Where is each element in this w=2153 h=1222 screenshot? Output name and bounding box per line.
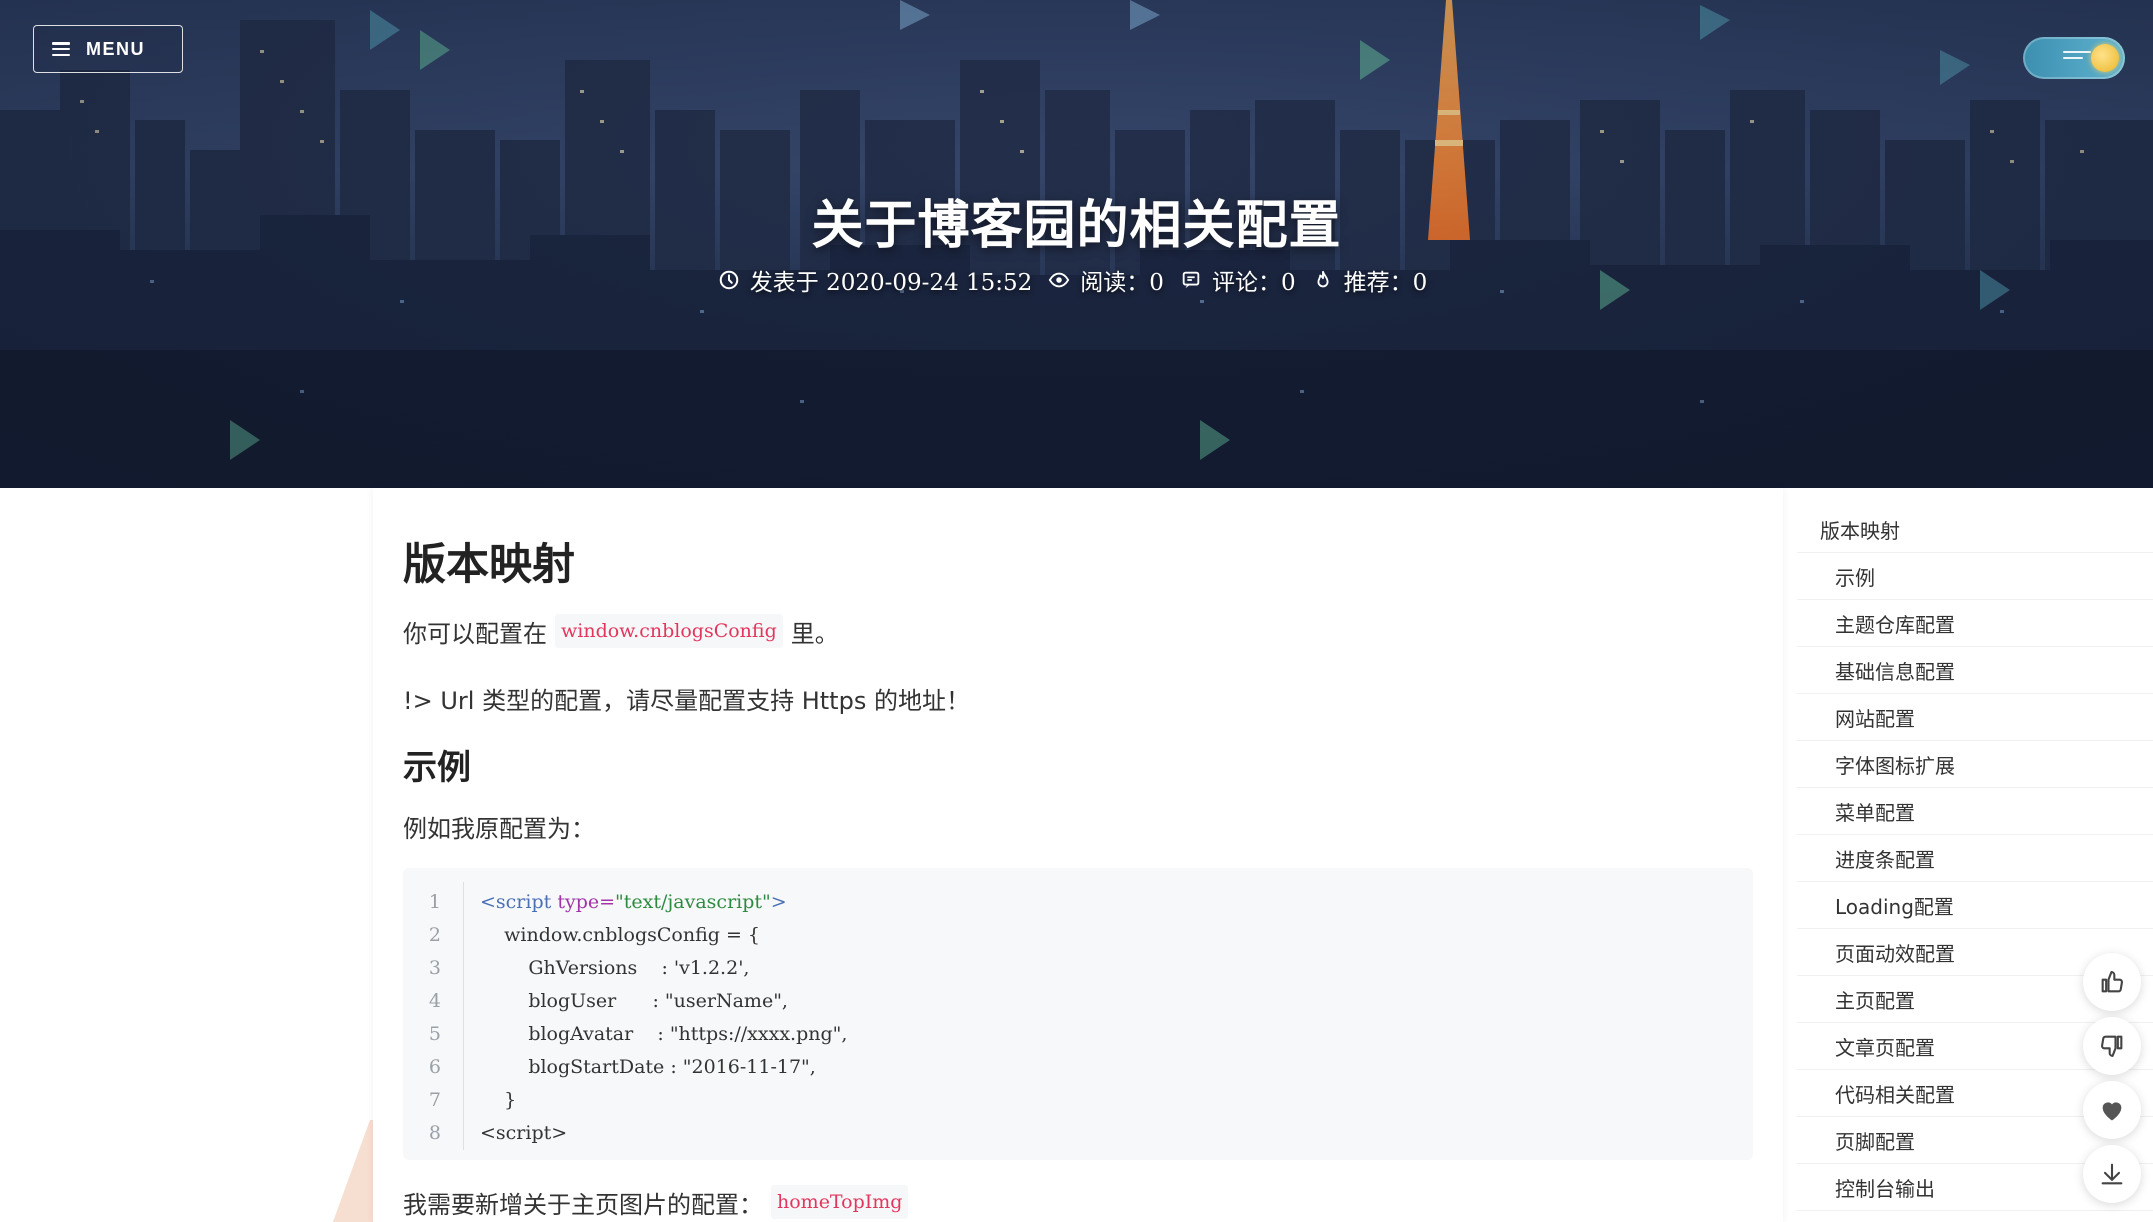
code-token-tag: <script <box>480 891 552 913</box>
thumbs-down-icon <box>2101 1035 2123 1057</box>
post-date: 发表于 2020-09-24 15:52 <box>718 263 1033 297</box>
recommend-count-text: 推荐：0 <box>1343 270 1428 296</box>
like-button[interactable] <box>2083 953 2141 1011</box>
heart-icon <box>2102 1102 2122 1121</box>
code-line: } <box>480 1089 517 1111</box>
paragraph-text: 里。 <box>790 619 839 648</box>
hamburger-icon <box>52 42 70 56</box>
code-token-string: "text/javascript" <box>615 891 771 913</box>
code-lines: <script type="text/javascript"> window.c… <box>480 886 847 1150</box>
paragraph-text: 我需要新增关于主页图片的配置： <box>403 1190 763 1219</box>
page: MENU 关于博客园的相关配置 发表于 2020-09-24 15:52 阅读：… <box>0 0 2153 1222</box>
line-number: 7 <box>428 1089 441 1111</box>
day-night-toggle[interactable] <box>2023 37 2125 79</box>
line-number: 3 <box>428 957 441 979</box>
post-date-text: 发表于 2020-09-24 15:52 <box>749 270 1033 296</box>
paragraph-https-note: !> Url 类型的配置，请尽量配置支持 Https 的地址！ <box>403 686 970 715</box>
toc-item-basic-info[interactable]: 基础信息配置 <box>1797 647 2153 694</box>
code-token-attr: type= <box>551 891 616 913</box>
toc-item-menu[interactable]: 菜单配置 <box>1797 788 2153 835</box>
post-meta: 发表于 2020-09-24 15:52 阅读：0 评论：0 推荐：0 <box>0 263 2153 297</box>
code-line: GhVersions : 'v1.2.2', <box>480 957 750 979</box>
toc-item-progress[interactable]: 进度条配置 <box>1797 835 2153 882</box>
eye-icon <box>1049 272 1070 288</box>
line-numbers: 1 2 3 4 5 6 7 8 <box>403 886 463 1150</box>
code-line: blogStartDate : "2016-11-17", <box>480 1056 816 1078</box>
paragraph-example-intro: 例如我原配置为： <box>403 814 595 843</box>
menu-button[interactable]: MENU <box>33 25 183 73</box>
line-number: 1 <box>428 891 441 913</box>
line-number: 5 <box>428 1023 441 1045</box>
code-line: blogUser : "userName", <box>480 990 788 1012</box>
code-token-tag: > <box>770 891 787 913</box>
download-icon <box>2101 1163 2123 1185</box>
code-line: <script type="text/javascript"> <box>480 886 847 919</box>
hero-banner: MENU 关于博客园的相关配置 发表于 2020-09-24 15:52 阅读：… <box>0 0 2153 488</box>
read-count: 阅读：0 <box>1048 263 1164 297</box>
menu-label: MENU <box>86 38 145 59</box>
code-line: <script> <box>480 1122 568 1144</box>
inline-code: homeTopImg <box>771 1185 909 1219</box>
toc-item-font-icons[interactable]: 字体图标扩展 <box>1797 741 2153 788</box>
section-heading-example: 示例 <box>403 748 471 788</box>
recommend-count: 推荐：0 <box>1312 263 1428 297</box>
sun-icon <box>2091 44 2119 72</box>
gutter-divider <box>463 882 464 1150</box>
code-block[interactable]: 1 2 3 4 5 6 7 8 <script type="text/javas… <box>403 868 1753 1160</box>
paragraph-new-config: 我需要新增关于主页图片的配置： homeTopImg <box>403 1182 916 1222</box>
read-count-text: 阅读：0 <box>1080 270 1164 296</box>
toc-item-version-map[interactable]: 版本映射 <box>1797 506 2153 553</box>
toc-item-loading[interactable]: Loading配置 <box>1797 882 2153 929</box>
favorite-button[interactable] <box>2083 1081 2141 1139</box>
code-line: blogAvatar : "https://xxxx.png", <box>480 1023 848 1045</box>
download-button[interactable] <box>2083 1145 2141 1203</box>
comment-icon <box>1182 271 1200 289</box>
comment-count: 评论：0 <box>1180 263 1296 297</box>
line-number: 8 <box>428 1122 441 1144</box>
inline-code: window.cnblogsConfig <box>555 614 783 648</box>
line-number: 4 <box>428 990 441 1012</box>
paragraph-text: 你可以配置在 <box>403 619 547 648</box>
speed-lines-icon <box>2063 51 2091 65</box>
paragraph-config-location: 你可以配置在 window.cnblogsConfig 里。 <box>403 611 839 651</box>
toc-item-example[interactable]: 示例 <box>1797 553 2153 600</box>
code-line: window.cnblogsConfig = { <box>480 924 760 946</box>
comment-count-text: 评论：0 <box>1211 270 1296 296</box>
line-number: 2 <box>428 924 441 946</box>
thumbs-up-icon <box>2101 971 2123 993</box>
line-number: 6 <box>428 1056 441 1078</box>
section-heading-version-map: 版本映射 <box>403 540 575 590</box>
dislike-button[interactable] <box>2083 1017 2141 1075</box>
toc-item-theme-repo[interactable]: 主题仓库配置 <box>1797 600 2153 647</box>
post-title: 关于博客园的相关配置 <box>811 196 1342 256</box>
toc-item-site[interactable]: 网站配置 <box>1797 694 2153 741</box>
clock-icon <box>719 270 739 290</box>
fire-icon <box>1317 270 1329 288</box>
